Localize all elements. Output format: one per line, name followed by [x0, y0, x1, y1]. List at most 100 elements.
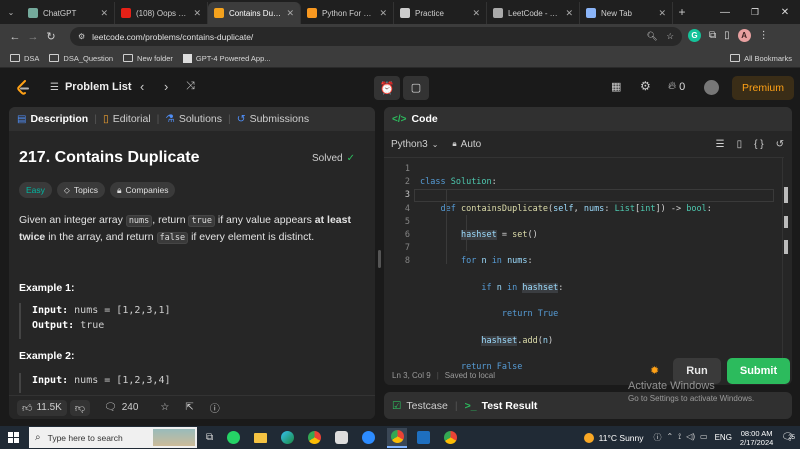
code-line: def containsDuplicate(self, nums: List[i… [440, 203, 712, 214]
side-panel-icon[interactable]: ▯ [724, 30, 730, 41]
bookmark-dsa-question[interactable]: DSA_Question [49, 54, 113, 63]
tray-icons[interactable]: ⓘ ⌃ ⟟ ◁) ▭ [654, 432, 708, 443]
tab-search-icon[interactable]: ⌄ [0, 8, 22, 17]
browser-tab[interactable]: (108) Oops Clas ✕ [115, 2, 208, 24]
scrollbar-track[interactable] [369, 133, 373, 391]
timer-button[interactable]: ⏰ [374, 76, 400, 100]
comments-button[interactable]: 🗨︎ 240 [104, 402, 138, 413]
language-indicator[interactable]: ENG [715, 433, 732, 442]
companies-button[interactable]: 🔒︎ Companies [109, 182, 176, 198]
dislike-button[interactable]: 👎︎ [69, 399, 90, 416]
site-info-icon[interactable]: ⚙ [78, 32, 85, 41]
battery-icon[interactable]: ▭ [700, 432, 708, 443]
file-explorer-icon[interactable] [254, 432, 268, 443]
example-input-value: nums = [1,2,3,1] [74, 305, 171, 316]
restore-button[interactable]: ❐ [740, 7, 770, 18]
zoom-app-icon[interactable] [362, 431, 376, 444]
tab-close-icon[interactable]: ✕ [286, 8, 294, 19]
url-field[interactable]: ⚙ leetcode.com/problems/contains-duplica… [70, 27, 682, 46]
shuffle-icon[interactable]: ⤨ [186, 80, 195, 93]
whatsapp-icon[interactable] [227, 431, 241, 444]
tab-close-icon[interactable]: ✕ [100, 8, 108, 19]
bookmark-gpt4[interactable]: GPT-4 Powered App... [182, 53, 271, 63]
browser-tab[interactable]: Python For Begi ✕ [301, 2, 394, 24]
browser-tab[interactable]: LeetCode - The ✕ [487, 2, 580, 24]
user-avatar[interactable] [704, 80, 719, 95]
chrome-active-icon[interactable] [387, 427, 408, 448]
notes-button[interactable]: ▢ [403, 76, 429, 100]
browser-tab[interactable]: Contains Duplica ✕ [208, 2, 301, 24]
network-icon[interactable]: ⟟ [678, 432, 681, 443]
code-line: for n in nums: [460, 256, 533, 267]
app-icon[interactable] [335, 431, 349, 444]
panel-resize-handle[interactable] [378, 250, 381, 268]
volume-icon[interactable]: ◁) [686, 432, 695, 443]
bookmark-new-folder[interactable]: New folder [123, 54, 173, 63]
edge-icon[interactable] [281, 431, 295, 444]
bookmark-star-icon[interactable]: ☆ [666, 31, 674, 42]
clock[interactable]: 08:00 AM 2/17/2024 [740, 429, 773, 447]
problem-list-button[interactable]: ☰ Problem List [50, 81, 132, 93]
topics-button[interactable]: ⬦ Topics [56, 182, 105, 198]
weather-widget[interactable]: 11°C Sunny [583, 432, 644, 443]
back-icon[interactable]: ← [6, 31, 24, 43]
menu-kebab-icon[interactable]: ⋮ [759, 30, 769, 41]
debug-icon[interactable]: ✹ [650, 364, 659, 377]
premium-button[interactable]: Premium [732, 76, 794, 100]
reload-icon[interactable]: ↻ [42, 30, 60, 43]
tab-test-result[interactable]: >_ Test Result [465, 400, 538, 412]
new-tab-button[interactable]: + [673, 5, 691, 19]
grammarly-icon[interactable]: G [688, 29, 701, 42]
browser-tab[interactable]: New Tab ✕ [580, 2, 673, 24]
profile-avatar[interactable]: A [737, 29, 751, 42]
code-editor[interactable]: 1 2 3 4 5 6 7 8 class Solution: def containsDup… [384, 157, 788, 372]
zoom-icon[interactable]: 🔍︎ [647, 31, 658, 42]
braces-icon[interactable]: { } [754, 139, 763, 150]
notification-center[interactable]: 🗨︎ 25 [781, 432, 795, 443]
chrome-profile-icon[interactable] [444, 431, 458, 444]
taskbar-search-box[interactable]: ⌕ Type here to search [29, 427, 197, 448]
browser-tab[interactable]: Practice ✕ [394, 2, 487, 24]
auto-label: Auto [460, 138, 482, 150]
desc-text: if every element is distinct. [191, 231, 315, 243]
help-icon[interactable]: ⓘ [210, 400, 220, 415]
next-problem-icon[interactable]: › [164, 79, 168, 94]
tab-close-icon[interactable]: ✕ [193, 8, 201, 19]
close-window-button[interactable]: ✕ [770, 7, 800, 18]
layout-icon[interactable]: ▦ [611, 80, 621, 93]
task-view-icon[interactable]: ⧉ [206, 432, 213, 443]
auto-mode-toggle[interactable]: 🔒︎ Auto [452, 139, 481, 150]
prev-problem-icon[interactable]: ‹ [140, 79, 144, 94]
favorite-star-icon[interactable]: ☆ [160, 402, 169, 413]
url-text: leetcode.com/problems/contains-duplicate… [92, 31, 254, 42]
tab-close-icon[interactable]: ✕ [379, 8, 387, 19]
forward-icon[interactable]: → [24, 31, 42, 43]
minimize-button[interactable]: — [710, 7, 740, 18]
chevron-up-icon[interactable]: ⌃ [667, 432, 674, 443]
streak-counter[interactable]: 🔥︎ 0 [668, 80, 685, 93]
vscode-icon[interactable] [417, 431, 431, 444]
tab-submissions[interactable]: ↺ Submissions [237, 113, 309, 125]
language-select[interactable]: Python3 ⌄ [391, 139, 438, 150]
tab-description[interactable]: ▤ Description [17, 113, 88, 125]
bookmark-dsa[interactable]: DSA [10, 54, 39, 63]
tab-close-icon[interactable]: ✕ [565, 8, 573, 19]
settings-gear-icon[interactable]: ⚙ [640, 79, 651, 93]
reset-icon[interactable]: ↺ [776, 139, 784, 150]
format-icon[interactable]: ☰ [716, 139, 725, 150]
share-icon[interactable]: ⇱ [185, 402, 193, 413]
leetcode-logo-icon[interactable] [16, 80, 30, 96]
question-icon[interactable]: ⓘ [654, 432, 662, 443]
like-button[interactable]: 👍︎ 11.5K [17, 399, 67, 416]
tab-editorial[interactable]: ▯ Editorial [103, 113, 151, 125]
all-bookmarks[interactable]: All Bookmarks [730, 54, 792, 63]
extensions-icon[interactable]: ⧉ [709, 30, 716, 41]
tab-close-icon[interactable]: ✕ [472, 8, 480, 19]
chrome-icon[interactable] [308, 431, 322, 444]
tab-close-icon[interactable]: ✕ [658, 8, 666, 19]
browser-tab[interactable]: ChatGPT ✕ [22, 2, 115, 24]
windows-start-icon[interactable] [8, 432, 19, 443]
bookmark-icon[interactable]: ▯ [737, 139, 743, 150]
tab-testcase[interactable]: ☑ Testcase [392, 400, 448, 412]
tab-solutions[interactable]: ⚗ Solutions [165, 113, 222, 125]
